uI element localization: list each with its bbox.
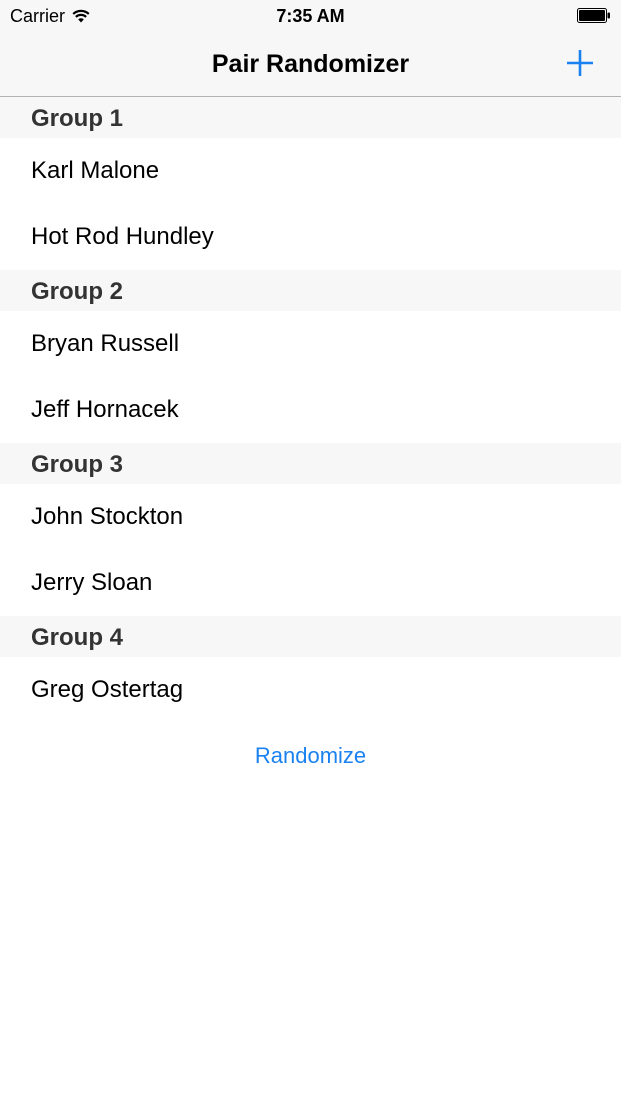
add-button[interactable]: [563, 46, 597, 80]
group-list: Group 1 Karl Malone Hot Rod Hundley Grou…: [0, 97, 621, 789]
list-item[interactable]: John Stockton: [0, 484, 621, 550]
section-header-group-1: Group 1: [0, 97, 621, 138]
list-item[interactable]: Hot Rod Hundley: [0, 204, 621, 270]
list-item[interactable]: Greg Ostertag: [0, 657, 621, 723]
plus-icon: [567, 50, 593, 76]
battery-icon: [577, 8, 610, 23]
randomize-button[interactable]: Randomize: [0, 723, 621, 789]
section-header-group-4: Group 4: [0, 616, 621, 657]
page-title: Pair Randomizer: [211, 50, 410, 78]
list-item[interactable]: Jeff Hornacek: [0, 377, 621, 443]
list-item[interactable]: Karl Malone: [0, 138, 621, 204]
navigation-bar: Pair Randomizer: [0, 32, 621, 97]
list-item[interactable]: Bryan Russell: [0, 311, 621, 377]
status-bar: Carrier 7:35 AM: [0, 0, 621, 32]
section-header-group-2: Group 2: [0, 270, 621, 311]
status-time: 7:35 AM: [276, 6, 345, 26]
section-header-group-3: Group 3: [0, 443, 621, 484]
list-item[interactable]: Jerry Sloan: [0, 550, 621, 616]
app-screen: Carrier 7:35 AM Pair Randomizer Group 1 …: [0, 0, 621, 1104]
